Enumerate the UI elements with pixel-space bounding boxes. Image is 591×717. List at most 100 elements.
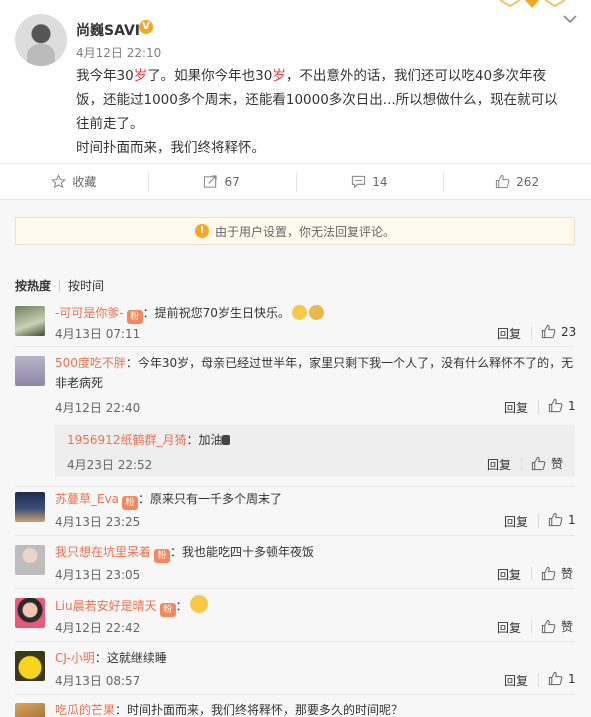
warning-icon: ! — [194, 224, 209, 238]
comment-text: 500度吃不胖：今年30岁，母亲已经过世半年，家里只剩下我一个人了，没有什么释怀… — [55, 356, 574, 390]
divider — [531, 567, 532, 581]
comment-username[interactable]: 吃瓜的芒果 — [55, 703, 115, 717]
nested-reply: 1956912纸鹤群_月猗：加油 4月23日 22:52 回复 赞 — [55, 425, 575, 477]
comment-username[interactable]: 苏蔓草_Eva — [55, 492, 119, 506]
comment-like-count: 1 — [568, 398, 576, 413]
comment-text: 我只想在坑里呆着粉：我也能吃四十多顿年夜饭 — [55, 545, 315, 563]
comment-text: 吃瓜的芒果：时间扑面而来，我们终将释怀，那要多久的时间呢？ — [55, 703, 404, 717]
comment-username[interactable]: 我只想在坑里呆着 — [55, 545, 151, 559]
fan-badge-icon: 粉 — [154, 549, 171, 563]
favorite-label: 收藏 — [72, 175, 97, 189]
verified-badge-icon: V — [139, 20, 153, 34]
comment-username[interactable]: -可可是你爹- — [55, 306, 124, 320]
reply-button[interactable]: 回复 — [487, 456, 511, 473]
divider — [59, 279, 61, 292]
comment-button[interactable]: 14 — [295, 164, 444, 199]
post-time[interactable]: 4月12日 22:10 — [76, 44, 161, 61]
divider — [538, 673, 539, 687]
reply-like-count: 赞 — [551, 457, 564, 471]
comment-like-button[interactable]: 赞 — [541, 565, 573, 582]
repost-icon — [204, 175, 218, 188]
weibo-post: 尚巍SAVI V 4月12日 22:10 我今年30岁了。如果你今年也30岁，不… — [0, 0, 591, 163]
notice-text: 由于用户设置，你无法回复评论。 — [214, 224, 395, 239]
reply-like-button[interactable]: 赞 — [531, 455, 563, 472]
comment-text: CJ-小明：这就继续睡 — [55, 651, 167, 665]
repost-count: 67 — [224, 174, 240, 189]
tab-sort-time[interactable]: 按时间 — [68, 277, 104, 294]
reply-button[interactable]: 回复 — [504, 672, 528, 689]
comment-time: 4月13日 23:25 — [55, 515, 141, 529]
comment-username[interactable]: CJ-小明 — [55, 651, 95, 665]
comment-like-button[interactable]: 1 — [548, 512, 576, 527]
divider — [15, 694, 575, 695]
comment-like-count: 23 — [561, 324, 577, 339]
like-button[interactable]: 262 — [443, 164, 591, 199]
comment-icon — [352, 175, 366, 189]
commenter-avatar[interactable] — [15, 651, 45, 681]
comment-username[interactable]: Liu晨若安好是晴天 — [55, 599, 157, 613]
tab-sort-hot[interactable]: 按热度 — [15, 277, 51, 294]
divider — [15, 641, 575, 642]
divider — [15, 588, 575, 589]
kiss-emoji-icon — [189, 595, 208, 613]
comment-like-count: 赞 — [561, 567, 574, 581]
repost-button[interactable]: 67 — [147, 164, 296, 199]
comment-time: 4月12日 22:40 — [55, 401, 141, 415]
comment-time: 4月13日 07:11 — [55, 327, 141, 341]
comment-username[interactable]: 500度吃不胖 — [55, 356, 126, 370]
comment-like-button[interactable]: 1 — [548, 671, 576, 686]
comment-like-button[interactable]: 赞 — [541, 618, 573, 635]
fan-badge-icon: 粉 — [122, 496, 139, 510]
favorite-button[interactable]: 收藏 — [0, 164, 148, 199]
reply-button[interactable]: 回复 — [497, 325, 521, 342]
commenter-avatar[interactable] — [15, 703, 45, 717]
thumbs-up-icon — [541, 566, 556, 581]
comment-time: 4月12日 22:42 — [55, 621, 141, 635]
thumbs-up-icon — [531, 456, 546, 471]
comment-like-button[interactable]: 23 — [541, 324, 576, 339]
thumbs-up-icon — [541, 619, 556, 634]
comment-text: 苏蔓草_Eva 粉：原来只有一千多个周末了 — [55, 492, 283, 510]
reply-time: 4月23日 22:52 — [67, 458, 153, 472]
comment-like-count: 赞 — [561, 620, 574, 634]
sort-tabs: 按热度 按时间 — [15, 277, 104, 294]
like-count: 262 — [516, 174, 540, 189]
post-action-bar: 收藏 67 14 262 — [0, 163, 591, 199]
reply-username[interactable]: 1956912纸鹤群_月猗 — [67, 433, 186, 447]
thumbs-up-icon — [496, 174, 510, 189]
comment-like-button[interactable]: 1 — [548, 398, 576, 413]
reply-restricted-notice: ! 由于用户设置，你无法回复评论。 — [15, 217, 575, 245]
thumbs-up-icon — [541, 324, 556, 339]
commenter-avatar[interactable] — [15, 492, 45, 522]
decoration-strip — [499, 0, 566, 8]
reply-button[interactable]: 回复 — [497, 619, 521, 636]
reply-button[interactable]: 回复 — [497, 566, 521, 583]
commenter-avatar[interactable] — [15, 306, 45, 336]
comment-text: Liu晨若安好是晴天粉： — [55, 595, 575, 617]
comment-like-count: 1 — [568, 671, 576, 686]
thumbs-up-icon — [548, 398, 563, 413]
chevron-down-icon[interactable] — [561, 10, 579, 28]
divider — [531, 620, 532, 634]
commenter-avatar[interactable] — [15, 545, 45, 575]
reply-button[interactable]: 回复 — [504, 399, 528, 416]
comment-count: 14 — [372, 174, 388, 189]
post-username[interactable]: 尚巍SAVI — [76, 20, 140, 40]
cake-emoji-icon — [291, 305, 307, 320]
comment-time: 4月13日 23:05 — [55, 568, 141, 582]
divider — [15, 346, 575, 347]
reply-text: 1956912纸鹤群_月猗：加油 — [67, 430, 567, 450]
comment-time: 4月13日 08:57 — [55, 674, 141, 688]
comments-section: ! 由于用户设置，你无法回复评论。 按热度 按时间 -可可是你爹- 粉：提前祝您7… — [0, 199, 591, 717]
cheers-emoji-icon — [308, 305, 324, 320]
comment-like-count: 1 — [568, 512, 576, 527]
commenter-avatar[interactable] — [15, 356, 45, 386]
star-icon — [51, 174, 67, 189]
post-text: 我今年30岁了。如果你今年也30岁，不出意外的话，我们还可以吃40多次年夜 饭，… — [76, 68, 558, 156]
avatar[interactable] — [15, 14, 67, 66]
reply-button[interactable]: 回复 — [504, 513, 528, 530]
fan-badge-icon: 粉 — [126, 310, 143, 324]
divider — [15, 486, 575, 487]
commenter-avatar[interactable] — [15, 598, 45, 628]
thumbs-up-icon — [548, 512, 563, 527]
